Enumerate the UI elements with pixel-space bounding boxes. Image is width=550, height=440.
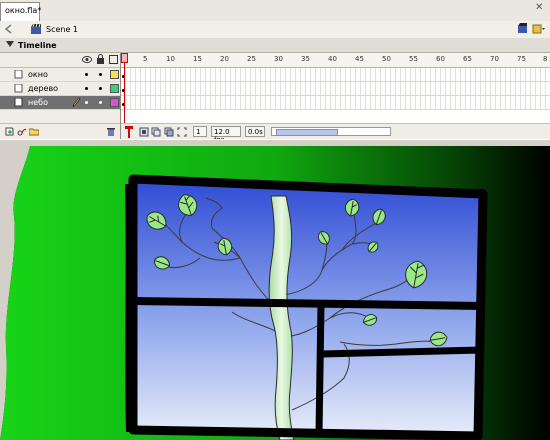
eye-icon[interactable] (82, 55, 92, 64)
edit-bar: Scene 1 (0, 21, 550, 39)
close-icon[interactable]: ✕ (535, 2, 547, 14)
scene-label: Scene 1 (46, 25, 79, 34)
frame-rate-field[interactable]: 12.0 fps (211, 126, 241, 144)
frame-row[interactable] (121, 68, 550, 82)
frame-row[interactable] (121, 82, 550, 96)
layer-icon (14, 84, 23, 93)
layer-row-nebo[interactable]: небо (0, 96, 120, 110)
timeline-title: Timeline (18, 41, 57, 50)
collapse-arrow-icon[interactable] (6, 41, 14, 47)
layer-toolbar (0, 123, 120, 140)
ruler-tick: 50 (382, 55, 391, 63)
timeline-status-bar: 1 12.0 fps 0.0s (121, 123, 550, 144)
scene-clapper-icon (31, 23, 41, 34)
elapsed-time-field[interactable]: 0.0s (245, 126, 265, 137)
timeline-header[interactable]: Timeline (0, 38, 550, 53)
insert-layer-icon[interactable] (5, 127, 15, 136)
onion-skin-icon[interactable] (151, 127, 161, 137)
ruler-tick: 15 (193, 55, 202, 63)
layer-header-row (0, 53, 120, 68)
ruler-tick: 70 (490, 55, 499, 63)
layer-row-okno[interactable]: окно (0, 68, 120, 82)
center-frame-icon[interactable] (139, 127, 149, 137)
layer-icon (14, 98, 23, 107)
pencil-icon (72, 97, 81, 108)
document-tab-bar: окно.fla* ✕ (0, 0, 550, 22)
ruler-tick: 10 (166, 55, 175, 63)
frame-ruler[interactable]: 5 10 15 20 25 30 35 40 45 50 55 60 65 70… (121, 53, 550, 68)
ruler-tick: 35 (301, 55, 310, 63)
document-tab[interactable]: окно.fla* (0, 2, 42, 21)
layer-name: небо (28, 98, 48, 107)
ruler-tick: 75 (517, 55, 526, 63)
layer-name: дерево (28, 84, 59, 93)
stage-canvas[interactable] (0, 146, 550, 440)
outline-color-swatch[interactable] (110, 98, 119, 107)
lock-dot[interactable] (99, 101, 102, 104)
layer-icon (14, 70, 23, 79)
current-frame-field[interactable]: 1 (193, 126, 207, 137)
ruler-tick: 45 (355, 55, 364, 63)
lock-icon[interactable] (96, 54, 105, 64)
playhead-handle[interactable] (121, 53, 128, 63)
lock-dot[interactable] (99, 73, 102, 76)
onion-skin-outlines-icon[interactable] (164, 127, 174, 137)
back-arrow-icon[interactable] (4, 24, 14, 34)
ruler-tick: 8 (543, 55, 548, 63)
outline-icon[interactable] (109, 55, 118, 64)
lock-dot[interactable] (99, 87, 102, 90)
timeline-panel: окно дерево небо 5 10 15 20 25 30 35 40 … (0, 53, 550, 144)
document-tab-label: окно.fla* (5, 6, 42, 15)
ruler-tick: 30 (274, 55, 283, 63)
ruler-tick: 5 (143, 55, 148, 63)
outline-color-swatch[interactable] (110, 70, 119, 79)
layer-name: окно (28, 70, 48, 79)
edit-multiple-frames-icon[interactable] (177, 127, 187, 137)
edit-scene-icons[interactable] (516, 23, 546, 35)
add-motion-guide-icon[interactable] (17, 127, 27, 136)
ruler-tick: 65 (463, 55, 472, 63)
scene-drawing (0, 146, 550, 440)
frame-grid[interactable] (121, 68, 550, 110)
ruler-tick: 20 (220, 55, 229, 63)
playhead-marker-icon (125, 126, 133, 138)
ruler-tick: 55 (409, 55, 418, 63)
visibility-dot[interactable] (85, 87, 88, 90)
timeline-horizontal-scrollbar[interactable] (271, 127, 391, 136)
ruler-tick: 60 (436, 55, 445, 63)
visibility-dot[interactable] (85, 101, 88, 104)
ruler-tick: 40 (328, 55, 337, 63)
layer-row-derevo[interactable]: дерево (0, 82, 120, 96)
ruler-tick: 25 (247, 55, 256, 63)
outline-color-swatch[interactable] (110, 84, 119, 93)
delete-layer-icon[interactable] (106, 127, 116, 136)
scrollbar-thumb[interactable] (276, 129, 338, 136)
insert-layer-folder-icon[interactable] (29, 127, 39, 136)
visibility-dot[interactable] (85, 73, 88, 76)
frame-row[interactable] (121, 96, 550, 110)
